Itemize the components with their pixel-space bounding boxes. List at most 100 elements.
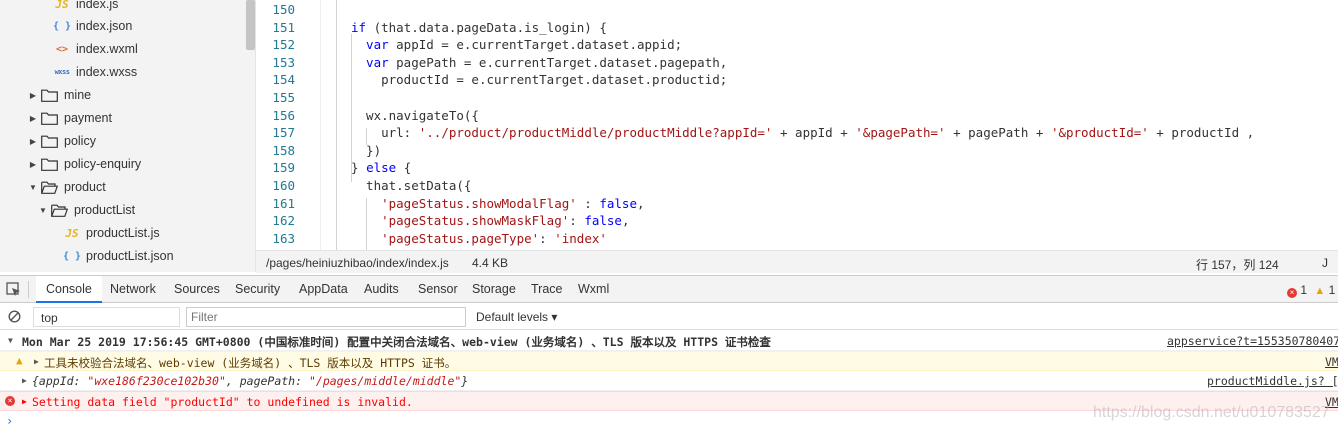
collapsed-arrow-icon[interactable]: ▶ (28, 91, 38, 100)
expand-triangle-icon[interactable]: ▶ (22, 397, 27, 406)
tab-audits[interactable]: Audits (354, 276, 409, 303)
context-selector[interactable]: top (33, 307, 180, 327)
tree-item-policy[interactable]: ▶ policy (0, 130, 246, 152)
tree-item-index-wxss[interactable]: wxss index.wxss (0, 61, 246, 83)
code-token: that.setData({ (366, 178, 472, 193)
tree-item-payment[interactable]: ▶ payment (0, 107, 246, 129)
error-source-link[interactable]: VM (1325, 395, 1338, 409)
code-token: else (366, 160, 397, 176)
tree-item-productlist-json[interactable]: { } productList.json (0, 245, 246, 267)
filter-input[interactable] (186, 307, 466, 327)
code-token: if (351, 19, 367, 35)
code-token: productId = e.currentTarget.dataset.prod… (381, 72, 728, 88)
tab-sensor[interactable]: Sensor (408, 276, 468, 303)
expanded-arrow-icon[interactable]: ▼ (28, 183, 38, 192)
error-count: 1 (1300, 283, 1308, 297)
logged-object[interactable]: {appId: "wxe186f230ce102b30", pagePath: … (32, 374, 468, 388)
code-token: + productId , (1148, 125, 1255, 141)
console-log-row[interactable]: ▶ {appId: "wxe186f230ce102b30", pagePath… (0, 371, 1338, 391)
tree-item-mine[interactable]: ▶ mine (0, 84, 246, 106)
console-warning-row[interactable]: ▲ ▶ 工具未校验合法域名、web-view (业务域名) 、TLS 版本以及 … (0, 351, 1338, 371)
group-source-link[interactable]: appservice?t=1553507804072 (1167, 334, 1338, 348)
tree-item-label: payment (64, 111, 112, 125)
tab-wxml[interactable]: Wxml (568, 276, 619, 303)
line-number: 156 (272, 107, 295, 123)
code-line: 'pageStatus.pageType': 'index' (381, 231, 607, 246)
warning-source-link[interactable]: VM (1325, 355, 1338, 369)
code-editor[interactable]: 150 151 152 153 154 155 156 157 158 159 160 161 162 1… (256, 0, 1338, 250)
clear-console-icon[interactable] (8, 310, 21, 323)
line-number: 162 (272, 213, 295, 229)
json-file-icon: { } (52, 20, 72, 32)
code-token: 'index' (554, 230, 607, 246)
console-error-row[interactable]: × ▶ Setting data field "productId" to un… (0, 391, 1338, 411)
collapse-triangle-icon[interactable]: ▼ (8, 336, 13, 345)
tree-item-productlist[interactable]: ▼ productList (0, 199, 246, 221)
inspect-element-icon[interactable] (6, 282, 21, 297)
line-number: 157 (272, 125, 295, 141)
warning-icon: ▲ (16, 354, 23, 367)
code-token: false (584, 213, 622, 229)
code-token: 'pageStatus.showModalFlag' (381, 195, 577, 211)
line-number: 158 (272, 142, 295, 158)
warning-text: 工具未校验合法域名、web-view (业务域名) 、TLS 版本以及 HTTP… (44, 356, 457, 370)
tree-item-index-js[interactable]: JS index.js (0, 0, 246, 15)
code-token: + pagePath + (945, 125, 1051, 141)
console-prompt[interactable]: › (6, 414, 13, 428)
warning-count: 1 (1328, 283, 1336, 297)
tab-trace[interactable]: Trace (521, 276, 573, 303)
collapsed-arrow-icon[interactable]: ▶ (28, 160, 38, 169)
code-line: productId = e.currentTarget.dataset.prod… (381, 72, 727, 87)
expand-triangle-icon[interactable]: ▶ (22, 376, 27, 385)
wxml-file-icon: <> (55, 43, 69, 55)
tab-sources[interactable]: Sources (164, 276, 230, 303)
cursor-position: 行 157，列 124 (1196, 258, 1279, 272)
folder-open-icon (51, 204, 68, 217)
collapsed-arrow-icon[interactable]: ▶ (28, 114, 38, 123)
tree-item-label: policy (64, 134, 96, 148)
tab-security[interactable]: Security (225, 276, 290, 303)
line-number: 151 (272, 19, 295, 35)
tree-item-index-wxml[interactable]: <> index.wxml (0, 38, 246, 60)
tree-scrollbar[interactable] (246, 0, 255, 50)
tree-item-label: index.wxss (76, 65, 138, 79)
code-token: : (569, 213, 585, 229)
code-token: url: (381, 125, 419, 141)
error-count-icon: × (1287, 288, 1297, 298)
js-file-icon: JS (65, 226, 79, 240)
expand-triangle-icon[interactable]: ▶ (34, 357, 39, 366)
folder-icon (41, 112, 58, 125)
tab-storage[interactable]: Storage (462, 276, 526, 303)
tree-item-productlist-js[interactable]: JS productList.js (0, 222, 246, 244)
code-token: (that.data.pageData.is_login) { (366, 19, 607, 35)
tree-item-index-json[interactable]: { } index.json (0, 15, 246, 37)
divider (28, 281, 29, 298)
line-number: 160 (272, 178, 295, 193)
code-line: 'pageStatus.showModalFlag' : false, (381, 196, 644, 211)
code-token: , (621, 213, 630, 229)
console-group-header[interactable]: ▼ Mon Mar 25 2019 17:56:45 GMT+0800 (中国标… (0, 331, 1338, 351)
log-levels-dropdown[interactable]: Default levels ▾ (476, 310, 557, 324)
tab-network[interactable]: Network (100, 276, 166, 303)
issue-counts[interactable]: × 1 ▲ 1 (1287, 283, 1335, 298)
tab-appdata[interactable]: AppData (289, 276, 358, 303)
tree-item-label: index.wxml (76, 42, 138, 56)
code-token: { (396, 160, 412, 176)
code-token: wx.navigateTo({ (366, 107, 479, 123)
log-source-link[interactable]: productMiddle.js? [s (1207, 374, 1338, 388)
code-line: 'pageStatus.showMaskFlag': false, (381, 213, 629, 228)
line-number: 152 (272, 37, 295, 53)
line-number: 161 (272, 195, 295, 211)
tree-item-policy-enquiry[interactable]: ▶ policy-enquiry (0, 153, 246, 175)
expanded-arrow-icon[interactable]: ▼ (38, 206, 48, 215)
folder-icon (41, 135, 58, 148)
tab-console[interactable]: Console (36, 276, 102, 303)
tree-item-label: policy-enquiry (64, 157, 142, 171)
tree-item-product[interactable]: ▼ product (0, 176, 246, 198)
code-token: pagePath = e.currentTarget.dataset.pagep… (388, 54, 728, 70)
code-token: : (539, 230, 555, 246)
code-token: + appId + (772, 125, 856, 141)
console-output[interactable]: ▼ Mon Mar 25 2019 17:56:45 GMT+0800 (中国标… (0, 331, 1338, 433)
file-size: 4.4 KB (472, 256, 509, 270)
collapsed-arrow-icon[interactable]: ▶ (28, 137, 38, 146)
